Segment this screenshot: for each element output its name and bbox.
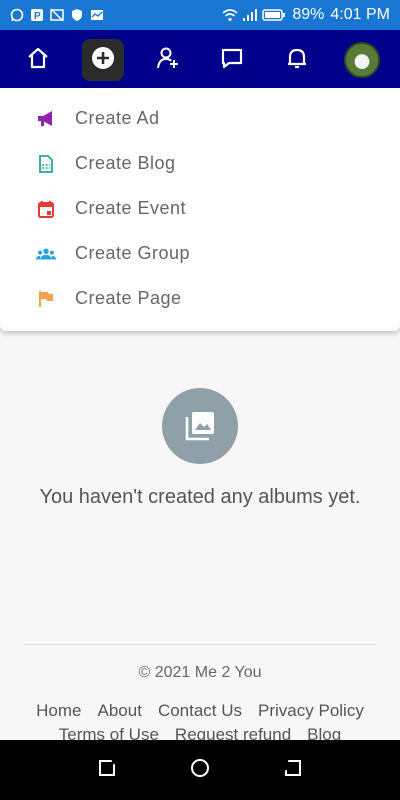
top-navbar — [0, 30, 400, 90]
whatsapp-icon — [10, 8, 24, 22]
menu-item-create-blog[interactable]: Create Blog — [0, 141, 400, 186]
menu-item-label: Create Blog — [75, 153, 176, 173]
add-friend-button[interactable] — [147, 39, 189, 81]
status-bar-left-icons: P — [10, 8, 104, 22]
footer-links: Home About Contact Us Privacy Policy Ter… — [0, 701, 400, 745]
footer-link-about[interactable]: About — [98, 701, 142, 721]
cast-off-icon — [50, 8, 64, 22]
footer-link-contact-us[interactable]: Contact Us — [158, 701, 242, 721]
activity-icon — [90, 8, 104, 22]
flag-icon — [36, 289, 56, 309]
wifi-icon — [222, 8, 238, 22]
profile-avatar — [343, 42, 380, 78]
footer-link-home[interactable]: Home — [36, 701, 81, 721]
battery-icon — [262, 8, 286, 22]
menu-item-create-group[interactable]: Create Group — [0, 231, 400, 276]
recents-icon[interactable] — [96, 757, 118, 784]
home-circle-icon[interactable] — [189, 757, 211, 784]
signal-icon — [242, 8, 258, 22]
footer-link-privacy-policy[interactable]: Privacy Policy — [258, 701, 364, 721]
add-friend-icon — [155, 45, 181, 76]
battery-percent: 89% — [292, 6, 325, 23]
group-icon — [36, 244, 56, 264]
menu-item-label: Create Page — [75, 288, 182, 308]
megaphone-icon — [36, 109, 56, 129]
photo-album-icon — [162, 388, 238, 464]
system-navigation-bar — [0, 740, 400, 800]
status-bar: P 89% 4:01 PM — [0, 0, 400, 30]
create-menu: Create Ad Create Blog Create Event Creat… — [0, 88, 400, 331]
menu-item-create-event[interactable]: Create Event — [0, 186, 400, 231]
blog-icon — [36, 154, 56, 174]
menu-item-create-page[interactable]: Create Page — [0, 276, 400, 321]
notifications-icon — [284, 45, 310, 76]
footer-divider — [24, 644, 376, 645]
menu-item-create-ad[interactable]: Create Ad — [0, 96, 400, 141]
paytm-icon: P — [30, 8, 44, 22]
notifications-button[interactable] — [276, 39, 318, 81]
messages-button[interactable] — [211, 39, 253, 81]
clock: 4:01 PM — [330, 6, 390, 23]
status-bar-right: 89% 4:01 PM — [222, 6, 390, 24]
albums-empty-state: You haven't created any albums yet. — [0, 388, 400, 509]
home-icon — [25, 45, 51, 76]
create-button[interactable] — [81, 39, 124, 81]
menu-item-label: Create Event — [75, 198, 187, 218]
menu-item-label: Create Ad — [75, 108, 160, 128]
back-icon[interactable] — [282, 757, 304, 784]
profile-button[interactable] — [341, 39, 383, 81]
messages-icon — [219, 45, 245, 76]
shield-icon — [70, 8, 84, 22]
svg-text:P: P — [34, 11, 41, 22]
create-icon — [90, 45, 116, 76]
calendar-icon — [36, 199, 56, 219]
empty-state-message: You haven't created any albums yet. — [39, 486, 361, 508]
menu-item-label: Create Group — [75, 243, 191, 263]
home-button[interactable] — [17, 39, 59, 81]
copyright-text: © 2021 Me 2 You — [138, 664, 262, 681]
